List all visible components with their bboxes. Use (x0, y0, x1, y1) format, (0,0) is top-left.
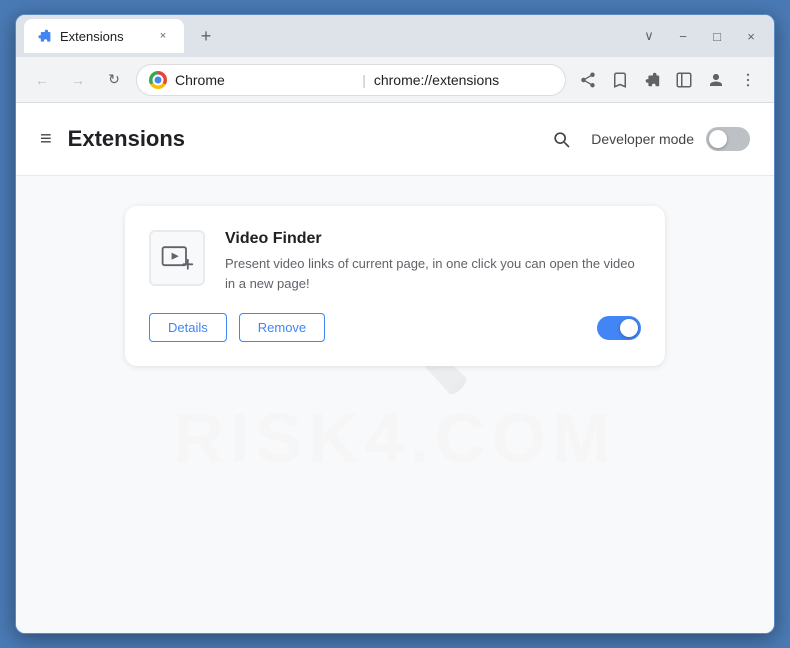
page-title: Extensions (68, 126, 185, 152)
title-bar: Extensions × + ∨ − □ × (16, 15, 774, 57)
window-controls: ∨ − □ × (634, 24, 766, 48)
extension-tab-icon (36, 28, 52, 44)
extension-toggle-knob (620, 319, 638, 337)
navigation-bar: ← → ↻ Chrome | chrome://extensions (16, 57, 774, 103)
extensions-icon[interactable] (638, 66, 666, 94)
extensions-body: Video Finder Present video links of curr… (16, 176, 774, 396)
card-top: Video Finder Present video links of curr… (149, 230, 641, 293)
new-tab-button[interactable]: + (192, 22, 220, 50)
watermark-text: RISK4.COM (174, 398, 617, 478)
menu-hamburger-button[interactable]: ≡ (40, 128, 52, 151)
maximize-button[interactable]: □ (702, 24, 732, 48)
address-url: chrome://extensions (374, 72, 553, 88)
account-icon[interactable] (702, 66, 730, 94)
extension-name: Video Finder (225, 230, 641, 248)
header-left: ≡ Extensions (40, 126, 185, 152)
extension-card: Video Finder Present video links of curr… (125, 206, 665, 366)
developer-mode-toggle[interactable] (706, 127, 750, 151)
minimize-button[interactable]: − (668, 24, 698, 48)
bookmark-icon[interactable] (606, 66, 634, 94)
back-button[interactable]: ← (28, 66, 56, 94)
toggle-knob (709, 130, 727, 148)
chevron-button[interactable]: ∨ (634, 24, 664, 48)
extensions-header: ≡ Extensions Developer mode (16, 103, 774, 176)
nav-icons (574, 66, 762, 94)
extension-icon (149, 230, 205, 286)
header-right: Developer mode (543, 121, 750, 157)
extension-info: Video Finder Present video links of curr… (225, 230, 641, 293)
chrome-logo-icon (149, 71, 167, 89)
page-content: 🔍 RISK4.COM ≡ Extensions Developer mode (16, 103, 774, 633)
tab-title: Extensions (60, 29, 146, 44)
active-tab[interactable]: Extensions × (24, 19, 184, 53)
chrome-label: Chrome (175, 72, 354, 88)
developer-mode-label: Developer mode (591, 131, 694, 147)
remove-button[interactable]: Remove (239, 313, 325, 342)
card-bottom: Details Remove (149, 313, 641, 342)
extension-enable-toggle[interactable] (597, 316, 641, 340)
share-icon[interactable] (574, 66, 602, 94)
menu-icon[interactable] (734, 66, 762, 94)
reload-button[interactable]: ↻ (100, 66, 128, 94)
close-button[interactable]: × (736, 24, 766, 48)
search-button[interactable] (543, 121, 579, 157)
details-button[interactable]: Details (149, 313, 227, 342)
extension-description: Present video links of current page, in … (225, 254, 641, 293)
forward-button[interactable]: → (64, 66, 92, 94)
browser-window: Extensions × + ∨ − □ × ← → ↻ Chrome | ch… (15, 14, 775, 634)
address-separator: | (362, 72, 366, 88)
tab-close-button[interactable]: × (154, 27, 172, 45)
sidebar-icon[interactable] (670, 66, 698, 94)
address-bar[interactable]: Chrome | chrome://extensions (136, 64, 566, 96)
